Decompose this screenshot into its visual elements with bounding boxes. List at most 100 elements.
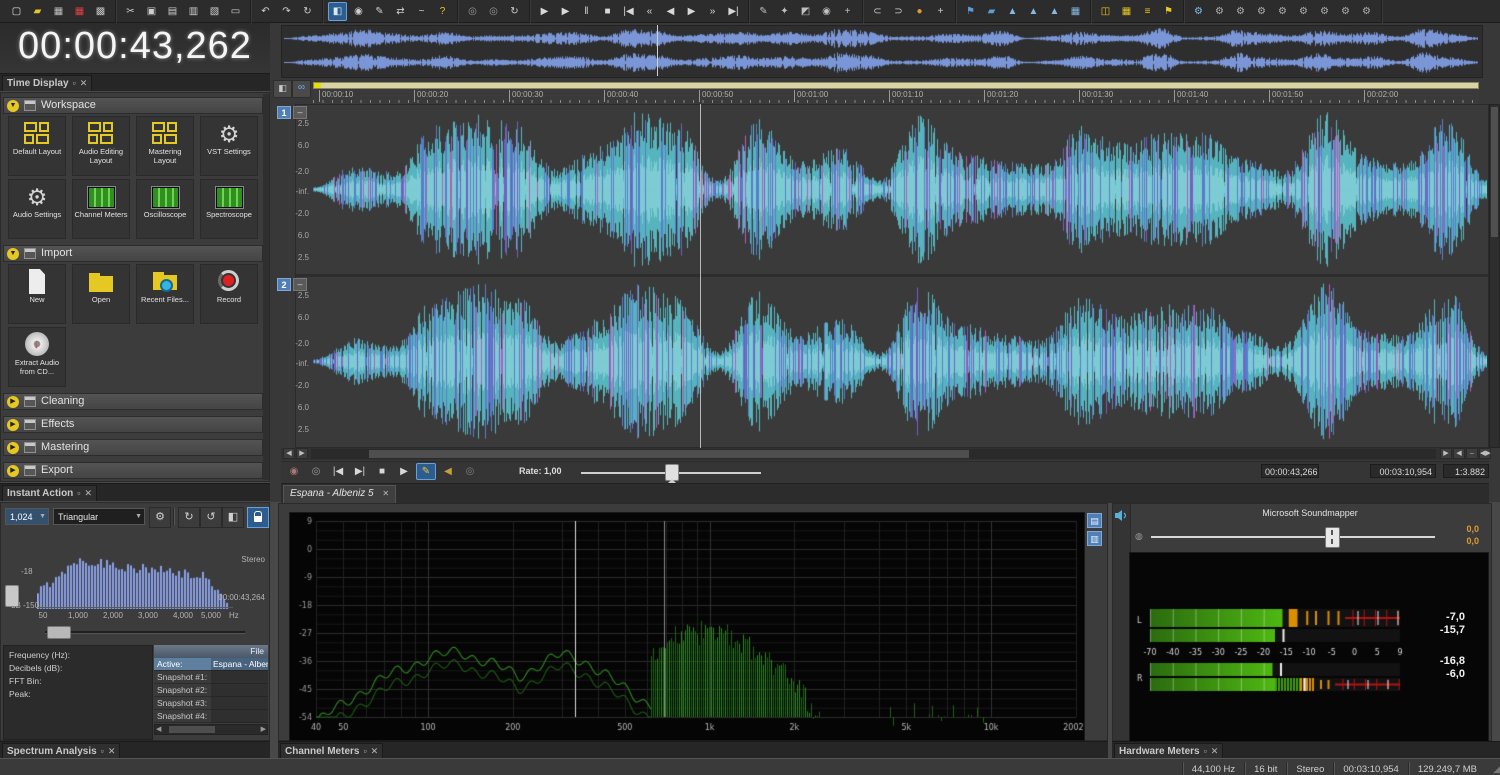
action-tile-record[interactable]: Record (200, 264, 258, 324)
sync-cursor-icon[interactable]: ● (910, 2, 929, 21)
stop-button[interactable]: ■ (372, 463, 392, 480)
gain-slider-track[interactable] (1151, 536, 1435, 538)
zoom-in-time-button[interactable]: ▶ (1440, 448, 1452, 459)
vscroll-thumb[interactable] (1491, 107, 1498, 237)
action-tile-extract-audio-from-cd-[interactable]: ↓ Extract Audio from CD... (8, 327, 66, 387)
scroll-left-button[interactable]: ◀ (283, 448, 295, 459)
table-row-1[interactable]: Active:Espana - Albeniz (154, 658, 268, 671)
play-button[interactable]: ▶ (394, 463, 414, 480)
pencil-draw-tool-icon[interactable]: ✎ (754, 2, 773, 21)
hscroll-thumb[interactable] (369, 450, 969, 458)
whats-this-help-icon[interactable]: ? (433, 2, 452, 21)
restore-icon[interactable]: ▫ (363, 744, 366, 759)
tab-channel-meters[interactable]: Channel Meters ▫ ✕ (280, 743, 384, 759)
section-expand-icon[interactable]: ▶ (7, 464, 19, 477)
undo-icon[interactable]: ↶ (256, 2, 275, 21)
action-tile-channel-meters[interactable]: Channel Meters (72, 179, 130, 239)
speaker-icon[interactable] (1114, 509, 1129, 523)
script-7-icon[interactable]: ⚙ (1315, 2, 1334, 21)
audio-event-tool-button[interactable]: ◀ (438, 463, 458, 480)
event-tool-icon[interactable]: ⇄ (391, 2, 410, 21)
script-1-icon[interactable]: ⚙ (1189, 2, 1208, 21)
section-expand-icon[interactable]: ▶ (7, 395, 19, 408)
script-3-icon[interactable]: ⚙ (1231, 2, 1250, 21)
monitor-button[interactable]: ◎ (460, 463, 480, 480)
region-flag-icon[interactable]: ▰ (982, 2, 1001, 21)
section-header-cleaning[interactable]: ▶ Cleaning (3, 393, 263, 410)
scroll-thumb[interactable] (169, 726, 215, 733)
refresh-icon[interactable]: ↻ (505, 2, 524, 21)
open-file-icon[interactable]: ▰ (28, 2, 47, 21)
play-all-icon[interactable]: ▶ (535, 2, 554, 21)
mix-paste-icon[interactable]: ▧ (205, 2, 224, 21)
record-button[interactable]: ◉ (284, 463, 304, 480)
gain-lock-icon[interactable]: ◍ (1135, 531, 1143, 542)
selection-mid-icon[interactable]: ▲ (1024, 2, 1043, 21)
action-tile-open[interactable]: Open (72, 264, 130, 324)
instant-action-scrollbar[interactable] (263, 94, 269, 480)
pan-tool-icon[interactable]: + (838, 2, 857, 21)
script-2-icon[interactable]: ⚙ (1210, 2, 1229, 21)
channel-meters-chart[interactable] (289, 512, 1085, 741)
action-tile-new[interactable]: New (8, 264, 66, 324)
snapshot-table-scrollbar[interactable]: ◀ ▶ (154, 724, 268, 735)
script-5-icon[interactable]: ⚙ (1273, 2, 1292, 21)
script-8-icon[interactable]: ⚙ (1336, 2, 1355, 21)
restore-icon[interactable]: ▫ (1204, 744, 1207, 759)
tab-spectrum-analysis[interactable]: Spectrum Analysis ▫ ✕ (2, 743, 121, 759)
hscroll-track[interactable] (311, 449, 1436, 459)
script-9-icon[interactable]: ⚙ (1357, 2, 1376, 21)
loop-start-marker[interactable] (314, 83, 321, 88)
restore-icon[interactable]: ▫ (77, 486, 80, 501)
action-tile-recent-files-[interactable]: Recent Files... (136, 264, 194, 324)
table-row-2[interactable]: Snapshot #1: (154, 671, 268, 684)
envelope-tool-icon[interactable]: ~ (412, 2, 431, 21)
lock-button[interactable] (247, 507, 269, 528)
go-to-end-button[interactable]: ▶| (350, 463, 370, 480)
section-expand-icon[interactable]: ▶ (7, 418, 19, 431)
tab-instant-action[interactable]: Instant Action ▫ ✕ (2, 485, 98, 501)
edit-sample-button[interactable]: ◧ (273, 80, 292, 98)
fft-size-dropdown[interactable]: 1,024 ▼ (5, 508, 49, 525)
zoom-selection-tool-icon[interactable]: ◉ (817, 2, 836, 21)
insert-marker-icon[interactable]: + (931, 2, 950, 21)
magnify-tool-icon[interactable]: ◉ (349, 2, 368, 21)
wave-playhead[interactable] (700, 104, 701, 448)
redo-icon[interactable]: ↷ (277, 2, 296, 21)
close-icon[interactable]: ✕ (85, 486, 93, 501)
length-box[interactable]: 00:03:10,954 (1370, 464, 1436, 478)
channel-1-button[interactable]: 1 (277, 106, 291, 119)
scroll-right-button[interactable]: ▶ (296, 448, 308, 459)
cut-icon[interactable]: ✂ (121, 2, 140, 21)
go-to-start-button[interactable]: |◀ (328, 463, 348, 480)
sync-button[interactable]: ↺ (200, 507, 222, 528)
refresh-button[interactable]: ↻ (178, 507, 200, 528)
section-header-mastering[interactable]: ▶ Mastering (3, 439, 263, 456)
fast-forward-icon[interactable]: ▶ (682, 2, 701, 21)
paste-icon[interactable]: ▤ (163, 2, 182, 21)
go-to-start-icon[interactable]: |◀ (619, 2, 638, 21)
waveform-channel-1[interactable] (313, 105, 1487, 274)
action-tile-default-layout[interactable]: Default Layout (8, 116, 66, 176)
tab-hardware-meters[interactable]: Hardware Meters ▫ ✕ (1114, 743, 1224, 759)
paste-special-icon[interactable]: ▥ (184, 2, 203, 21)
copy-icon[interactable]: ▣ (142, 2, 161, 21)
section-header-effects[interactable]: ▶ Effects (3, 416, 263, 433)
waveform-channel-2[interactable] (313, 277, 1487, 446)
document-tab[interactable]: Espana - Albeniz 5 ✕ (283, 485, 397, 503)
gain-slider-handle[interactable] (1325, 527, 1340, 548)
script-6-icon[interactable]: ⚙ (1294, 2, 1313, 21)
previous-marker-icon[interactable]: « (640, 2, 659, 21)
channel-2-collapse-button[interactable]: – (293, 278, 307, 291)
next-marker-icon[interactable]: » (703, 2, 722, 21)
close-icon[interactable]: ✕ (108, 744, 116, 759)
overview-waveform-right[interactable] (284, 51, 1478, 74)
loop-region-end-icon[interactable]: ⊃ (889, 2, 908, 21)
snap-enable-icon[interactable]: ◫ (1096, 2, 1115, 21)
hardware-meters-display[interactable] (1129, 552, 1489, 742)
wave-vscrollbar[interactable] (1489, 104, 1500, 448)
selection-end-icon[interactable]: ▲ (1045, 2, 1064, 21)
section-header-workspace[interactable]: ▼ Workspace (3, 97, 263, 114)
action-tile-audio-editing-layout[interactable]: Audio Editing Layout (72, 116, 130, 176)
close-icon[interactable]: ✕ (1211, 744, 1219, 759)
